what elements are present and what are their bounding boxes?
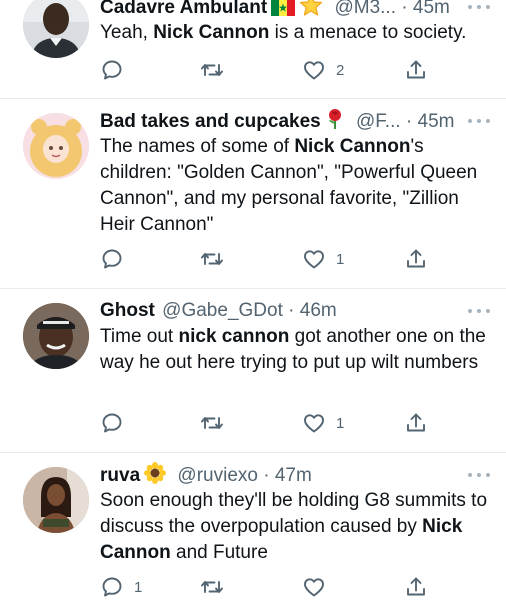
tweet-text: Yeah, Nick Cannon is a menace to society… [100, 22, 467, 43]
reply-button[interactable] [100, 245, 134, 273]
display-name[interactable]: Ghost [100, 300, 155, 321]
tweet-header: Ghost @Gabe_GDot · 46m [100, 298, 492, 324]
timestamp[interactable]: 45m [418, 111, 455, 132]
separator-dot: · [401, 0, 408, 18]
reply-icon [100, 575, 124, 599]
separator-dot: · [405, 111, 413, 132]
reply-icon [100, 247, 124, 271]
avatar[interactable] [23, 303, 89, 369]
retweet-button[interactable] [200, 409, 234, 437]
tweet[interactable]: Ghost @Gabe_GDot · 46m Time out nick can… [0, 289, 506, 452]
tweet-header: Bad takes and cupcakes @F... · 45m [100, 108, 492, 134]
tweet-actions: 1 [100, 245, 440, 273]
like-count: 1 [336, 414, 345, 432]
share-icon [404, 575, 428, 599]
share-icon [404, 247, 428, 271]
handle[interactable]: @ruviexo [177, 465, 258, 486]
more-icon[interactable] [468, 470, 490, 480]
reply-count: 1 [134, 578, 143, 596]
like-button[interactable] [302, 573, 336, 601]
handle[interactable]: @F... [356, 111, 401, 132]
timestamp[interactable]: 46m [300, 300, 337, 321]
tweet-text: Soon enough they'll be holding G8 summit… [100, 490, 488, 563]
more-icon[interactable] [468, 2, 490, 12]
tweet-header: Cadavre Ambulant @M3... · 45m [100, 0, 492, 20]
tweet[interactable]: ruva @ruviexo · 47m Soon enough they'll … [0, 453, 506, 600]
avatar[interactable] [23, 467, 89, 533]
share-button[interactable] [404, 245, 428, 273]
share-button[interactable] [404, 573, 428, 601]
heart-icon [302, 247, 326, 271]
retweet-icon [200, 58, 224, 82]
heart-icon [302, 58, 326, 82]
reply-icon [100, 411, 124, 435]
like-count: 2 [336, 61, 345, 79]
more-icon[interactable] [468, 116, 490, 126]
separator-dot: · [288, 300, 295, 321]
share-icon [404, 58, 428, 82]
share-button[interactable] [404, 56, 428, 84]
retweet-button[interactable] [200, 56, 234, 84]
reply-button[interactable] [100, 409, 134, 437]
reply-button[interactable]: 1 [100, 573, 142, 601]
heart-icon [302, 411, 326, 435]
reply-button[interactable] [100, 56, 134, 84]
like-button[interactable]: 2 [302, 56, 344, 84]
retweet-button[interactable] [200, 245, 234, 273]
retweet-button[interactable] [200, 573, 234, 601]
tweet-actions: 2 [100, 56, 440, 84]
tweet-text: The names of some of Nick Cannon's child… [100, 136, 478, 235]
display-name[interactable]: ruva [100, 465, 140, 486]
tweet-actions: 1 [100, 409, 440, 437]
tweet-actions: 1 [100, 573, 440, 601]
retweet-icon [200, 247, 224, 271]
display-name[interactable]: Bad takes and cupcakes [100, 111, 321, 132]
like-button[interactable]: 1 [302, 409, 344, 437]
share-icon [404, 411, 428, 435]
timestamp[interactable]: 45m [413, 0, 450, 18]
tweet-header: ruva @ruviexo · 47m [100, 462, 492, 488]
share-button[interactable] [404, 409, 428, 437]
avatar[interactable] [23, 0, 89, 58]
more-icon[interactable] [468, 306, 490, 316]
handle[interactable]: @Gabe_GDot [162, 300, 283, 321]
heart-icon [302, 575, 326, 599]
tweet-text: Time out nick cannon got another one on … [100, 326, 486, 373]
display-name[interactable]: Cadavre Ambulant [100, 0, 267, 18]
retweet-icon [200, 575, 224, 599]
like-count: 1 [336, 250, 345, 268]
tweet[interactable]: Cadavre Ambulant @M3... · 45m Yeah, Nick… [0, 0, 506, 98]
reply-icon [100, 58, 124, 82]
avatar[interactable] [23, 113, 89, 179]
separator-dot: · [263, 465, 270, 486]
timestamp[interactable]: 47m [275, 465, 312, 486]
handle[interactable]: @M3... [334, 0, 396, 18]
tweet[interactable]: Bad takes and cupcakes @F... · 45m The n… [0, 99, 506, 288]
retweet-icon [200, 411, 224, 435]
like-button[interactable]: 1 [302, 245, 344, 273]
